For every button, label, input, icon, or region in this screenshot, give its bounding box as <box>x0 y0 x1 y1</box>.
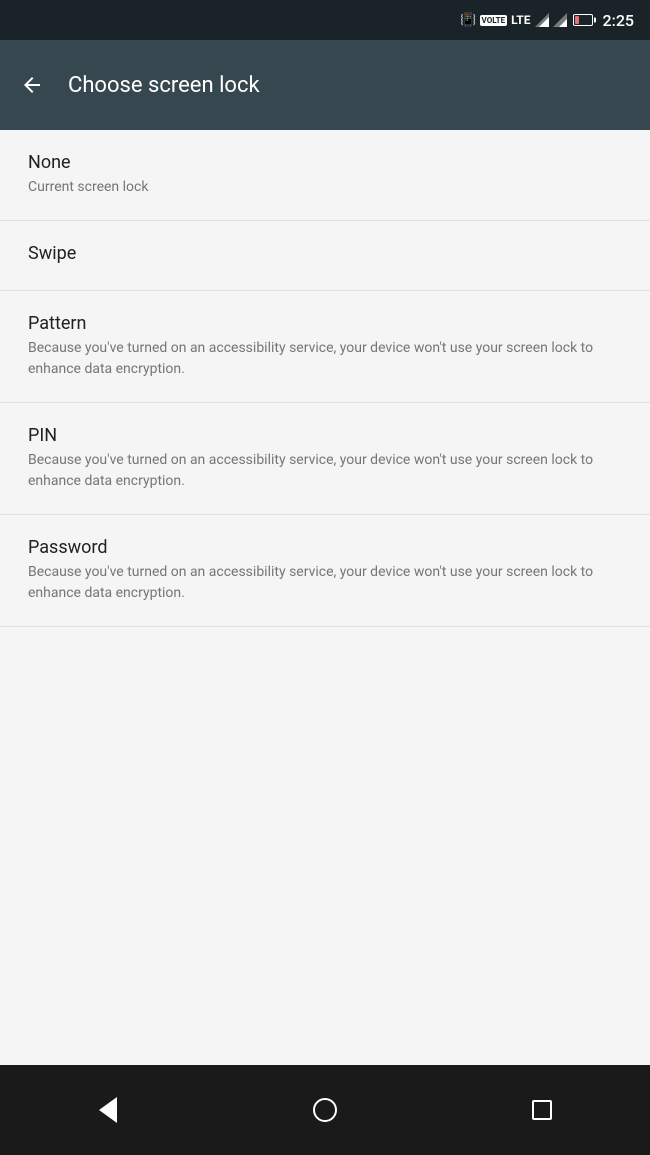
nav-bar <box>0 1065 650 1155</box>
list-item-pattern[interactable]: Pattern Because you've turned on an acce… <box>0 291 650 403</box>
lte-icon: LTE <box>511 13 530 27</box>
back-button[interactable] <box>20 73 44 97</box>
status-icons: 📳 VOLTE LTE 2:25 <box>460 11 634 30</box>
app-bar-title: Choose screen lock <box>68 73 260 98</box>
battery-fill <box>575 16 580 24</box>
nav-recent-button[interactable] <box>517 1085 567 1135</box>
back-arrow-icon <box>20 73 44 97</box>
list-item-none[interactable]: None Current screen lock <box>0 130 650 221</box>
item-subtitle-pin: Because you've turned on an accessibilit… <box>28 450 622 492</box>
list-item-password[interactable]: Password Because you've turned on an acc… <box>0 515 650 627</box>
vibrate-icon: 📳 <box>460 13 475 28</box>
status-bar: 📳 VOLTE LTE 2:25 <box>0 0 650 40</box>
empty-area <box>0 627 650 827</box>
item-subtitle-password: Because you've turned on an accessibilit… <box>28 562 622 604</box>
item-title-swipe: Swipe <box>28 243 622 264</box>
item-title-none: None <box>28 152 622 173</box>
nav-back-icon <box>99 1097 117 1123</box>
list-item-pin[interactable]: PIN Because you've turned on an accessib… <box>0 403 650 515</box>
nav-recent-icon <box>532 1100 552 1120</box>
item-subtitle-pattern: Because you've turned on an accessibilit… <box>28 338 622 380</box>
nav-back-button[interactable] <box>83 1085 133 1135</box>
volte-badge: VOLTE <box>480 15 508 26</box>
nav-home-button[interactable] <box>300 1085 350 1135</box>
status-time: 2:25 <box>603 11 635 30</box>
item-title-pin: PIN <box>28 425 622 446</box>
item-subtitle-none: Current screen lock <box>28 177 622 198</box>
signal-icon-2 <box>553 13 567 27</box>
item-title-password: Password <box>28 537 622 558</box>
nav-home-icon <box>313 1098 337 1122</box>
content-area: None Current screen lock Swipe Pattern B… <box>0 130 650 1065</box>
item-title-pattern: Pattern <box>28 313 622 334</box>
app-bar: Choose screen lock <box>0 40 650 130</box>
list-item-swipe[interactable]: Swipe <box>0 221 650 291</box>
battery-icon <box>573 14 593 26</box>
signal-icon-1 <box>535 13 549 27</box>
